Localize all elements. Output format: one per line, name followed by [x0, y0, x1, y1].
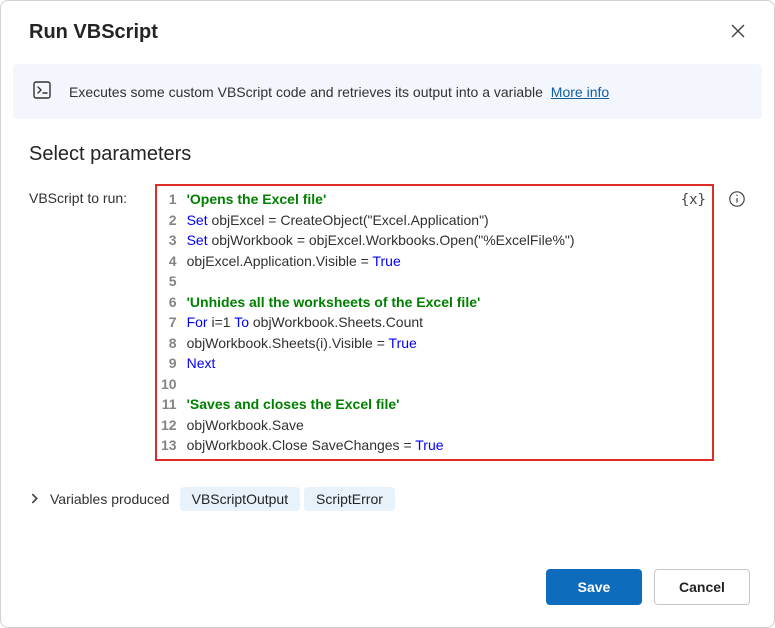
script-icon	[31, 78, 55, 105]
cancel-button[interactable]: Cancel	[654, 569, 750, 605]
dialog-footer: Save Cancel	[1, 551, 774, 627]
close-button[interactable]	[726, 19, 750, 46]
info-banner: Executes some custom VBScript code and r…	[13, 64, 762, 119]
dialog-header: Run VBScript	[1, 1, 774, 58]
info-banner-text: Executes some custom VBScript code and r…	[69, 84, 609, 100]
run-vbscript-dialog: Run VBScript Executes some custom VBScri…	[0, 0, 775, 628]
code-line[interactable]: 'Opens the Excel file'	[187, 189, 680, 210]
variable-pill[interactable]: VBScriptOutput	[180, 487, 301, 511]
fx-variable-picker[interactable]: {x}	[681, 190, 706, 211]
code-gutter: 12345678910111213	[157, 186, 183, 459]
vbscript-param-row: VBScript to run: 12345678910111213 'Open…	[1, 174, 774, 461]
code-editor-wrap: 12345678910111213 'Opens the Excel file'…	[155, 184, 714, 461]
section-heading: Select parameters	[1, 119, 774, 174]
more-info-link[interactable]: More info	[551, 84, 609, 100]
variables-produced-row[interactable]: Variables produced VBScriptOutput Script…	[1, 461, 774, 511]
code-line[interactable]: objExcel.Application.Visible = True	[187, 251, 680, 272]
code-line[interactable]: Set objExcel = CreateObject("Excel.Appli…	[187, 210, 680, 231]
variables-produced-label: Variables produced	[50, 491, 170, 507]
vbscript-code-editor[interactable]: 12345678910111213 'Opens the Excel file'…	[155, 184, 714, 461]
code-line[interactable]: For i=1 To objWorkbook.Sheets.Count	[187, 312, 680, 333]
variable-pill[interactable]: ScriptError	[304, 487, 395, 511]
chevron-right-icon	[29, 491, 40, 507]
vbscript-label: VBScript to run:	[29, 184, 141, 206]
code-line[interactable]: Set objWorkbook = objExcel.Workbooks.Ope…	[187, 230, 680, 251]
code-line[interactable]: objWorkbook.Close SaveChanges = True	[187, 435, 680, 456]
code-line[interactable]	[187, 374, 680, 395]
code-line[interactable]: 'Saves and closes the Excel file'	[187, 394, 680, 415]
code-line[interactable]	[187, 271, 680, 292]
param-info-button[interactable]	[728, 184, 746, 211]
code-line[interactable]: Next	[187, 353, 680, 374]
code-line[interactable]: 'Unhides all the worksheets of the Excel…	[187, 292, 680, 313]
code-line[interactable]: objWorkbook.Save	[187, 415, 680, 436]
save-button[interactable]: Save	[546, 569, 642, 605]
dialog-title: Run VBScript	[29, 21, 158, 44]
close-icon	[730, 27, 746, 42]
info-banner-message: Executes some custom VBScript code and r…	[69, 84, 543, 100]
variable-pills: VBScriptOutput ScriptError	[180, 487, 395, 511]
code-lines[interactable]: 'Opens the Excel file'Set objExcel = Cre…	[183, 186, 684, 459]
code-line[interactable]: objWorkbook.Sheets(i).Visible = True	[187, 333, 680, 354]
